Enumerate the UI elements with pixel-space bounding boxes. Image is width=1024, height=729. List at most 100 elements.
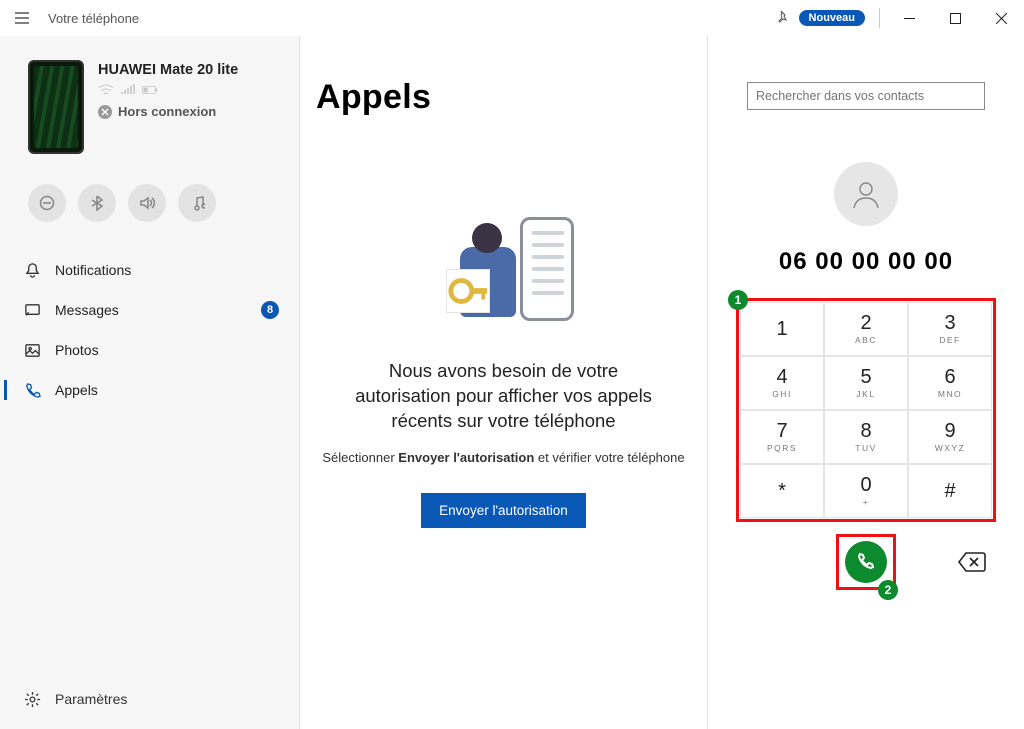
app-title: Votre téléphone [48,11,139,26]
key-digit: 7 [776,421,787,441]
perm-sub-pre: Sélectionner [322,450,398,465]
key-icon [446,269,490,313]
phone-icon [856,552,876,572]
battery-icon [142,84,158,96]
call-button[interactable] [845,541,887,583]
key-letters: DEF [939,335,961,345]
keypad: 12ABC3DEF4GHI5JKL6MNO7PQRS8TUV9WXYZ*0+# [740,302,992,518]
maximize-button[interactable] [932,0,978,36]
key-letters: TUV [855,443,877,453]
minimize-button[interactable] [886,0,932,36]
key-3[interactable]: 3 DEF [908,302,992,356]
connection-status: Hors connexion [98,104,238,119]
key-digit: 9 [944,421,955,441]
nav-list: Notifications Messages 8 Photos Appels [0,244,299,410]
key-digit: 0 [860,475,871,495]
connection-status-text: Hors connexion [118,104,216,119]
key-digit: 5 [860,367,871,387]
key-8[interactable]: 8 TUV [824,410,908,464]
nouveau-badge[interactable]: Nouveau [799,10,865,26]
sidebar: HUAWEI Mate 20 lite Hors connexion Notif… [0,36,300,729]
center-panel: Appels Nous avons besoin de votre autori… [300,36,708,729]
nav-settings[interactable]: Paramètres [0,679,299,719]
key-digit: 6 [944,367,955,387]
phone-thumbnail [28,60,84,154]
key-letters: WXYZ [935,443,966,453]
perm-sub-post: et vérifier votre téléphone [534,450,684,465]
send-authorization-button[interactable]: Envoyer l'autorisation [421,493,586,528]
key-digit: 2 [860,313,871,333]
key-letters: MNO [938,389,962,399]
bell-icon [24,262,41,279]
wifi-icon [98,84,114,96]
nav-label: Messages [55,302,119,318]
key-6[interactable]: 6 MNO [908,356,992,410]
phone-card[interactable]: HUAWEI Mate 20 lite Hors connexion [0,36,299,166]
title-bar: Votre téléphone Nouveau [0,0,1024,36]
settings-label: Paramètres [55,691,127,707]
messages-count-badge: 8 [261,301,279,319]
key-digit: # [944,481,955,501]
key-letters: PQRS [767,443,797,453]
contact-avatar [834,162,898,226]
title-divider [879,8,880,28]
contact-search-input[interactable] [756,89,976,103]
key-digit: 8 [860,421,871,441]
key-digit: 4 [776,367,787,387]
phone-name: HUAWEI Mate 20 lite [98,62,238,78]
key-9[interactable]: 9 WXYZ [908,410,992,464]
permission-subtitle: Sélectionner Envoyer l'autorisation et v… [300,450,707,465]
key-letters: ABC [855,335,877,345]
page-heading: Appels [316,78,707,117]
key-letters: JKL [856,389,875,399]
key-1[interactable]: 1 [740,302,824,356]
status-icons [98,84,238,96]
key-#[interactable]: # [908,464,992,518]
volume-button[interactable] [128,184,166,222]
contact-search[interactable] [747,82,985,110]
person-icon [850,178,882,210]
call-row: 2 [740,532,992,592]
annotation-2: 2 [878,580,898,600]
permission-illustration [300,217,707,337]
annotation-1: 1 [728,290,748,310]
key-letters: GHI [772,389,792,399]
offline-icon [98,105,112,119]
nav-messages[interactable]: Messages 8 [0,290,299,330]
dialed-number: 06 00 00 00 00 [708,248,1024,276]
hamburger-button[interactable] [0,10,44,26]
dnd-button[interactable] [28,184,66,222]
key-digit: 1 [776,319,787,339]
bluetooth-button[interactable] [78,184,116,222]
nav-label: Notifications [55,262,131,278]
key-*[interactable]: * [740,464,824,518]
key-4[interactable]: 4 GHI [740,356,824,410]
permission-title: Nous avons besoin de votre autorisation … [340,359,667,434]
music-button[interactable] [178,184,216,222]
message-icon [24,302,41,319]
backspace-icon [958,551,986,573]
backspace-button[interactable] [958,551,986,573]
nav-label: Photos [55,342,99,358]
quick-actions [0,166,299,244]
key-digit: 3 [944,313,955,333]
key-2[interactable]: 2 ABC [824,302,908,356]
nav-notifications[interactable]: Notifications [0,250,299,290]
phone-icon [24,382,41,399]
signal-icon [120,84,136,96]
keypad-container: 1 12ABC3DEF4GHI5JKL6MNO7PQRS8TUV9WXYZ*0+… [740,302,992,518]
photo-icon [24,342,41,359]
gear-icon [24,691,41,708]
key-digit: * [778,481,786,501]
nav-label: Appels [55,382,98,398]
pin-icon[interactable] [767,10,799,26]
key-letters: + [863,497,869,507]
key-0[interactable]: 0+ [824,464,908,518]
perm-sub-bold: Envoyer l'autorisation [398,450,534,465]
key-5[interactable]: 5 JKL [824,356,908,410]
close-button[interactable] [978,0,1024,36]
dialer-panel: 06 00 00 00 00 1 1 2 ABC 3 DEF 4 GHI 5 JKL 6 MNO 7 P… [708,36,1024,729]
key-7[interactable]: 7 PQRS [740,410,824,464]
nav-appels[interactable]: Appels [0,370,299,410]
nav-photos[interactable]: Photos [0,330,299,370]
